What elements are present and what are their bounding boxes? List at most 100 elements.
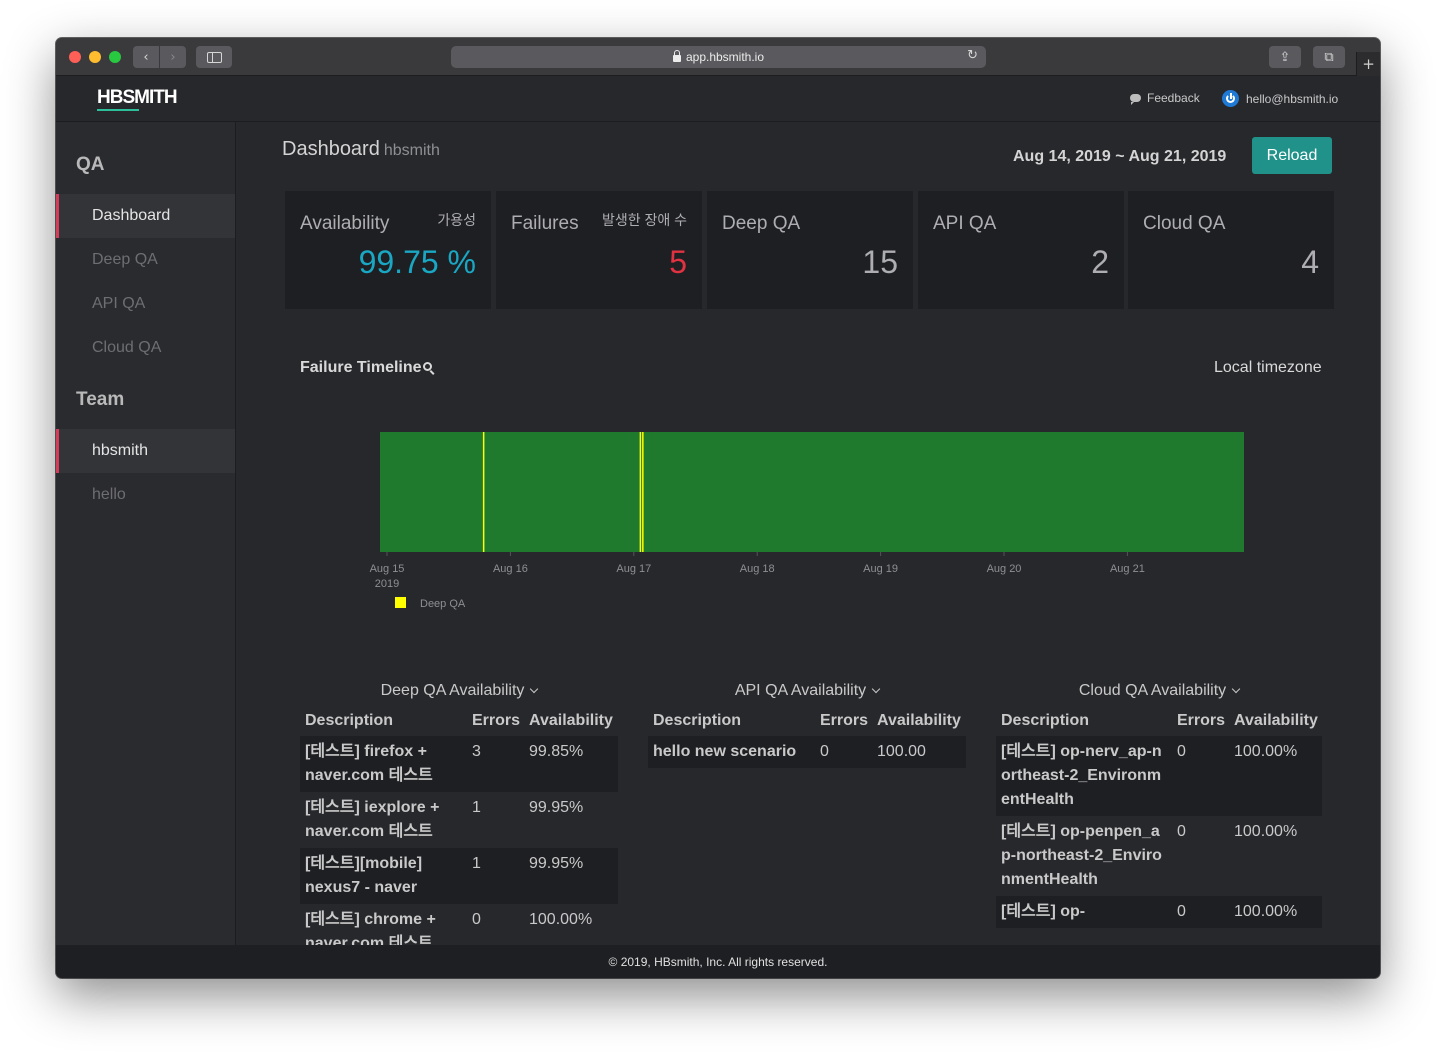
zoom-icon[interactable] [422,361,436,375]
row-availability: 99.85% [524,736,618,792]
new-tab-icon[interactable]: + [1356,52,1380,76]
row-availability: 100.00% [1229,896,1322,928]
close-window-button[interactable] [69,51,81,63]
tabs-overview-icon[interactable]: ⧉ [1313,46,1345,68]
table-row[interactable]: [테스트][mobile] nexus7 - naver 1 99.95% [300,848,618,904]
deep-qa-table-title[interactable]: Deep QA Availability [300,677,618,705]
failure-timeline-chart[interactable]: Aug 15 Aug 16 Aug 17 Aug 18 Aug 19 Aug 20 Aug … [337,422,1297,612]
row-errors: 1 [467,848,524,904]
refresh-icon[interactable]: ↻ [967,48,978,63]
chevron-right-icon[interactable]: › [160,46,186,68]
row-description: [테스트] op-penpen_ap-northeast-2_Environme… [1001,823,1162,888]
sidebar-heading-qa: QA [76,154,105,175]
sidebar-toggle-icon[interactable] [196,46,232,68]
page-subtitle: hbsmith [383,142,440,159]
column-header: Availability [877,711,961,729]
row-description: hello new scenario [648,736,815,768]
chevron-down-icon [871,684,881,694]
card-api-qa: API QA 2 [918,191,1124,309]
column-header: Availability [1234,711,1318,729]
x-year-label: 2019 [375,578,399,590]
table-row[interactable]: [테스트] chrome + naver.com 테스트 0 100.00% [300,904,618,945]
row-description: [테스트] firefox + naver.com 테스트 [300,736,467,792]
card-label: API QA [933,213,997,234]
sidebar-item-deep-qa[interactable]: Deep QA [56,238,235,282]
card-value: 15 [862,244,898,280]
sidebar-item-team-hbsmith[interactable]: hbsmith [56,429,235,473]
cloud-qa-table-title[interactable]: Cloud QA Availability [996,677,1322,705]
column-header: Description [653,711,742,729]
row-errors: 0 [815,736,872,768]
timezone-label[interactable]: Local timezone [1214,359,1322,377]
x-tick-label: Aug 17 [616,563,651,575]
row-description: [테스트] op- [996,896,1172,928]
card-availability: Availability 가용성 99.75 % [285,191,491,309]
sidebar-item-dashboard[interactable]: Dashboard [56,194,235,238]
summary-cards: Availability 가용성 99.75 % Failures 발생한 장애… [285,191,1335,309]
card-failures: Failures 발생한 장애 수 5 [496,191,702,309]
row-availability: 100.00% [529,911,593,928]
sidebar-item-team-hello[interactable]: hello [56,473,235,517]
cloud-qa-table-title-text: Cloud QA Availability [1078,682,1227,699]
sidebar-item-cloud-qa[interactable]: Cloud QA [56,326,235,370]
chevron-left-icon[interactable]: ‹ [133,46,159,68]
sidebar: QA Dashboard Deep QA API QA Cloud QA Tea… [56,122,236,945]
x-tick-label: Aug 20 [987,563,1022,575]
api-qa-availability-table: API QA Availability Description Errors A… [648,677,966,768]
card-value: 5 [669,244,687,280]
column-header: Errors [1177,711,1226,729]
column-header: Errors [472,711,521,729]
row-description: [테스트][mobile] nexus7 - naver [300,848,467,904]
table-row[interactable]: [테스트] op-penpen_ap-northeast-2_Environme… [996,816,1322,896]
timeline-title-text: Failure Timeline [300,359,422,376]
table-row[interactable]: [테스트] iexplore + naver.com 테스트 1 99.95% [300,792,618,848]
browser-window: ‹ › app.hbsmith.io ↻ ⇪ ⧉ + HBSMITH Feedb… [56,38,1380,978]
column-header: Errors [820,711,869,729]
row-errors: 3 [467,736,524,792]
timeline-title[interactable]: Failure Timeline [300,359,436,377]
url-text: app.hbsmith.io [685,50,765,64]
failure-mark-3 [642,432,644,552]
table-row[interactable]: [테스트] op-nerv_ap-northeast-2_Environment… [996,736,1322,816]
logo[interactable]: HBSMITH [97,87,178,111]
legend-label: Deep QA [420,598,466,610]
x-tick-label: Aug 16 [493,563,528,575]
timeline-availability-band [380,432,1244,552]
share-icon[interactable]: ⇪ [1269,46,1301,68]
app-header: HBSMITH Feedback hello@hbsmith.io [56,76,1380,122]
table-row[interactable]: [테스트] op- 0 100.00% [996,896,1322,928]
feedback-link[interactable]: Feedback [1130,91,1200,105]
api-qa-table-title[interactable]: API QA Availability [648,677,966,705]
user-menu[interactable]: hello@hbsmith.io [1222,90,1338,107]
zoom-window-button[interactable] [109,51,121,63]
row-errors: 0 [1172,896,1229,928]
x-tick-label: Aug 18 [740,563,775,575]
sidebar-item-api-qa[interactable]: API QA [56,282,235,326]
api-qa-table-title-text: API QA Availability [734,682,867,699]
card-label: Failures [511,213,579,234]
feedback-label: Feedback [1147,91,1200,105]
lock-icon [672,49,681,62]
page-title: Dashboard hbsmith [282,138,440,161]
table-row[interactable]: [테스트] firefox + naver.com 테스트 3 99.85% [300,736,618,792]
table-row[interactable]: hello new scenario 0 100.00 [648,736,966,768]
legend-swatch [395,597,406,608]
browser-toolbar: ‹ › app.hbsmith.io ↻ ⇪ ⧉ + [56,38,1380,76]
minimize-window-button[interactable] [89,51,101,63]
row-errors: 0 [1177,823,1186,840]
comment-icon [1130,94,1141,105]
row-availability: 100.00 [872,736,966,768]
power-icon [1222,90,1239,107]
deep-qa-table-title-text: Deep QA Availability [380,682,525,699]
card-label: Deep QA [722,213,801,234]
reload-button[interactable]: Reload [1252,137,1332,174]
card-deep-qa: Deep QA 15 [707,191,913,309]
deep-qa-availability-table: Deep QA Availability Description Errors … [300,677,618,945]
row-availability: 100.00% [1234,823,1298,840]
card-sub-label: 가용성 [437,212,476,228]
date-range[interactable]: Aug 14, 2019 ~ Aug 21, 2019 [1013,148,1226,166]
address-bar[interactable]: app.hbsmith.io ↻ [451,46,986,68]
x-tick-label: Aug 21 [1110,563,1145,575]
card-cloud-qa: Cloud QA 4 [1128,191,1334,309]
row-availability: 99.95% [524,848,618,904]
